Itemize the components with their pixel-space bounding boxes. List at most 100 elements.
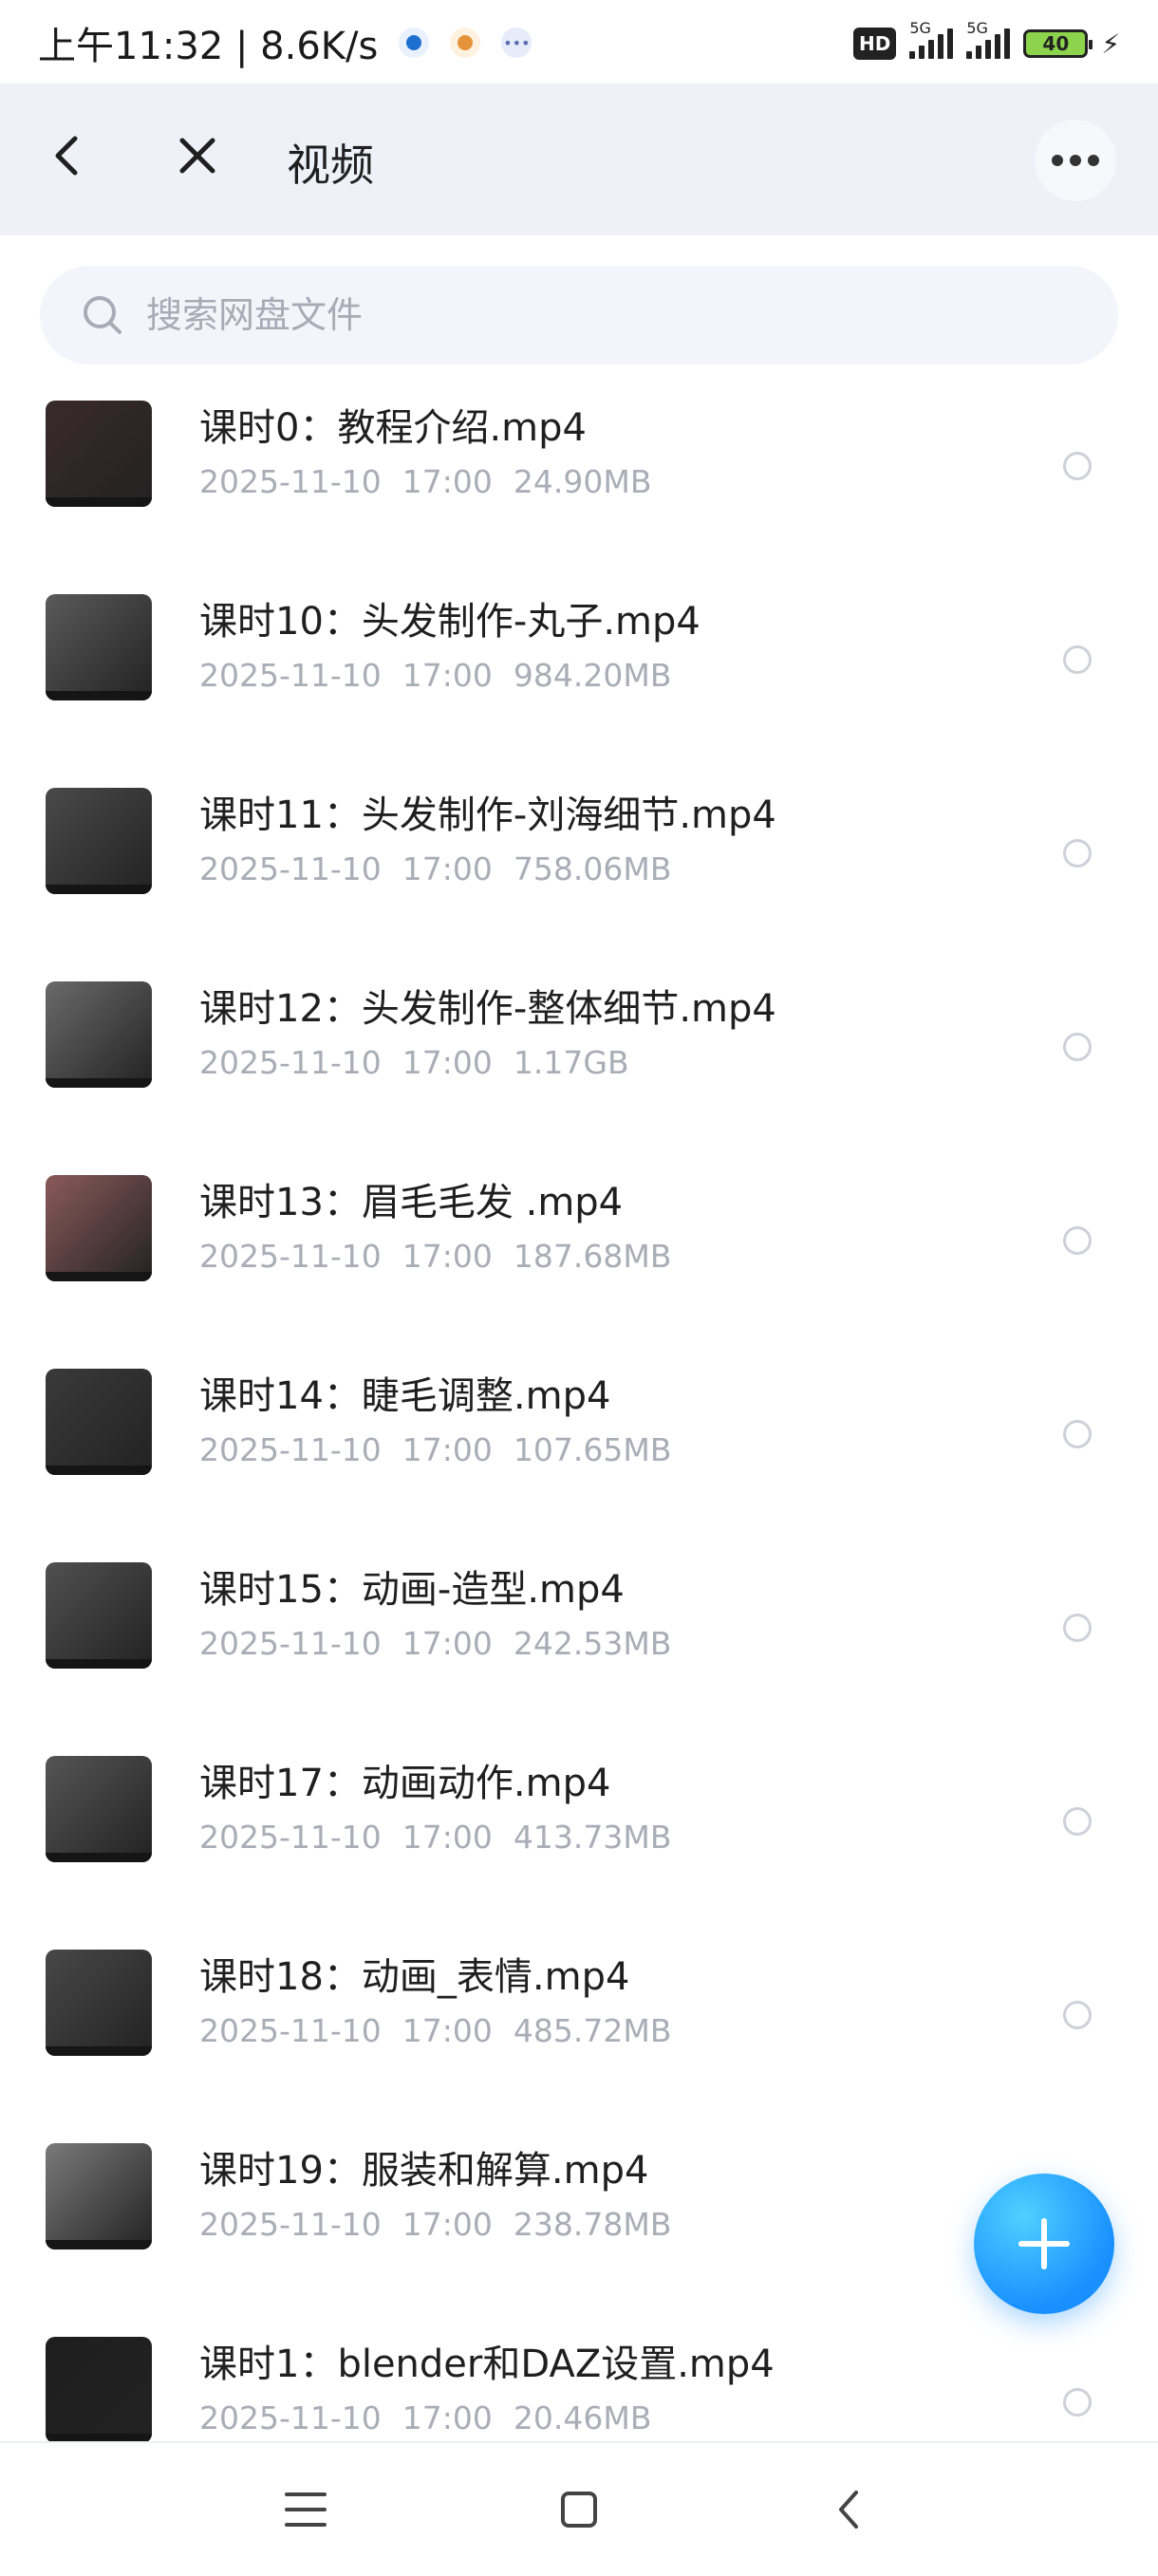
file-name: 课时17：动画动作.mp4 — [199, 1762, 611, 1805]
file-size: 984.20MB — [513, 657, 672, 694]
file-size: 107.65MB — [513, 1431, 672, 1468]
system-nav-bar — [0, 2441, 1158, 2576]
video-thumbnail — [46, 401, 152, 507]
file-size: 238.78MB — [513, 2206, 672, 2243]
file-time: 17:00 — [402, 463, 493, 500]
file-time: 17:00 — [402, 2012, 493, 2049]
video-thumbnail — [46, 1175, 152, 1281]
header: 视频 — [0, 84, 1158, 235]
file-row[interactable]: 课时10：头发制作-丸子.mp4 2025-11-10 17:00 984.20MB — [0, 562, 1158, 756]
network-type-label: 5G — [909, 19, 931, 37]
recent-apps-button[interactable] — [275, 2479, 336, 2540]
file-date: 2025-11-10 — [199, 657, 382, 694]
file-meta: 2025-11-10 17:00 187.68MB — [199, 1238, 692, 1275]
file-size: 485.72MB — [513, 2012, 672, 2049]
file-time: 17:00 — [402, 657, 493, 694]
file-size: 1.17GB — [513, 1044, 629, 1081]
file-meta: 2025-11-10 17:00 107.65MB — [199, 1431, 692, 1468]
status-bar: 上午11:32 | 8.6K/s ••• HD 5G 5G 40 ⚡ — [0, 0, 1158, 84]
file-time: 17:00 — [402, 1431, 493, 1468]
charging-icon: ⚡ — [1101, 28, 1120, 60]
file-row[interactable]: 课时17：动画动作.mp4 2025-11-10 17:00 413.73MB — [0, 1724, 1158, 1917]
select-radio[interactable] — [1063, 1420, 1092, 1448]
signal-icon: 5G — [966, 19, 1011, 59]
file-date: 2025-11-10 — [199, 850, 382, 887]
notification-app-icon — [399, 28, 430, 58]
file-name: 课时18：动画_表情.mp4 — [199, 1955, 630, 1999]
file-meta: 2025-11-10 17:00 984.20MB — [199, 657, 692, 694]
file-row[interactable]: 课时18：动画_表情.mp4 2025-11-10 17:00 485.72MB — [0, 1917, 1158, 2111]
more-icon — [1052, 155, 1099, 166]
menu-icon — [285, 2492, 327, 2527]
select-radio[interactable] — [1063, 645, 1092, 674]
select-radio[interactable] — [1063, 2388, 1092, 2417]
video-thumbnail — [46, 594, 152, 700]
file-meta: 2025-11-10 17:00 413.73MB — [199, 1819, 692, 1856]
file-date: 2025-11-10 — [199, 1044, 382, 1081]
file-name: 课时10：头发制作-丸子.mp4 — [199, 600, 700, 644]
video-thumbnail — [46, 1562, 152, 1669]
battery-icon: 40 — [1023, 29, 1093, 58]
select-radio[interactable] — [1063, 1033, 1092, 1061]
file-time: 17:00 — [402, 1625, 493, 1662]
video-thumbnail — [46, 2143, 152, 2249]
file-date: 2025-11-10 — [199, 1625, 382, 1662]
file-meta: 2025-11-10 17:00 238.78MB — [199, 2206, 692, 2243]
file-name: 课时1：blender和DAZ设置.mp4 — [199, 2343, 775, 2386]
file-row[interactable]: 课时14：睫毛调整.mp4 2025-11-10 17:00 107.65MB — [0, 1336, 1158, 1530]
status-right: HD 5G 5G 40 ⚡ — [852, 19, 1120, 65]
file-meta: 2025-11-10 17:00 485.72MB — [199, 2012, 692, 2049]
select-radio[interactable] — [1063, 1226, 1092, 1255]
select-radio[interactable] — [1063, 1807, 1092, 1836]
file-row[interactable]: 课时0：教程介绍.mp4 2025-11-10 17:00 24.90MB — [0, 368, 1158, 562]
file-date: 2025-11-10 — [199, 463, 382, 500]
chevron-left-icon — [839, 2491, 858, 2529]
status-time-speed: 上午11:32 | 8.6K/s — [38, 25, 379, 68]
file-meta: 2025-11-10 17:00 24.90MB — [199, 463, 672, 500]
file-name: 课时0：教程介绍.mp4 — [199, 406, 587, 450]
file-date: 2025-11-10 — [199, 2399, 382, 2436]
select-radio[interactable] — [1063, 1614, 1092, 1642]
square-icon — [561, 2492, 597, 2528]
battery-level: 40 — [1042, 32, 1070, 55]
file-row[interactable]: 课时12：头发制作-整体细节.mp4 2025-11-10 17:00 1.17GB — [0, 949, 1158, 1143]
network-type-label: 5G — [966, 19, 988, 37]
file-meta: 2025-11-10 17:00 242.53MB — [199, 1625, 692, 1662]
file-time: 17:00 — [402, 2206, 493, 2243]
file-name: 课时19：服装和解算.mp4 — [199, 2149, 649, 2193]
select-radio[interactable] — [1063, 452, 1092, 480]
file-row[interactable]: 课时13：眉毛毛发 .mp4 2025-11-10 17:00 187.68MB — [0, 1143, 1158, 1336]
home-button[interactable] — [549, 2479, 609, 2540]
close-button[interactable] — [169, 127, 226, 184]
file-meta: 2025-11-10 17:00 758.06MB — [199, 850, 692, 887]
file-meta: 2025-11-10 17:00 1.17GB — [199, 1044, 650, 1081]
file-size: 413.73MB — [513, 1819, 672, 1856]
select-radio[interactable] — [1063, 839, 1092, 868]
plus-icon — [1018, 2218, 1070, 2269]
file-time: 17:00 — [402, 1819, 493, 1856]
file-row[interactable]: 课时11：头发制作-刘海细节.mp4 2025-11-10 17:00 758.06M… — [0, 756, 1158, 949]
file-time: 17:00 — [402, 1044, 493, 1081]
signal-icon: 5G — [909, 19, 954, 59]
file-size: 758.06MB — [513, 850, 672, 887]
file-time: 17:00 — [402, 1238, 493, 1275]
file-name: 课时11：头发制作-刘海细节.mp4 — [199, 793, 776, 837]
file-name: 课时14：睫毛调整.mp4 — [199, 1374, 611, 1418]
search-input[interactable] — [144, 293, 1002, 337]
video-thumbnail — [46, 2337, 152, 2443]
file-time: 17:00 — [402, 2399, 493, 2436]
file-name: 课时12：头发制作-整体细节.mp4 — [199, 987, 776, 1031]
video-thumbnail — [46, 981, 152, 1088]
video-thumbnail — [46, 1950, 152, 2056]
search-bar[interactable] — [40, 266, 1118, 364]
notification-app-icon — [450, 28, 481, 58]
page-title: 视频 — [287, 140, 374, 191]
select-radio[interactable] — [1063, 2001, 1092, 2029]
video-thumbnail — [46, 788, 152, 894]
system-back-button[interactable] — [818, 2479, 879, 2540]
add-button[interactable] — [974, 2174, 1114, 2314]
more-button[interactable] — [1035, 120, 1116, 201]
file-date: 2025-11-10 — [199, 2012, 382, 2049]
back-button[interactable] — [38, 127, 95, 184]
file-row[interactable]: 课时15：动画-造型.mp4 2025-11-10 17:00 242.53MB — [0, 1530, 1158, 1724]
